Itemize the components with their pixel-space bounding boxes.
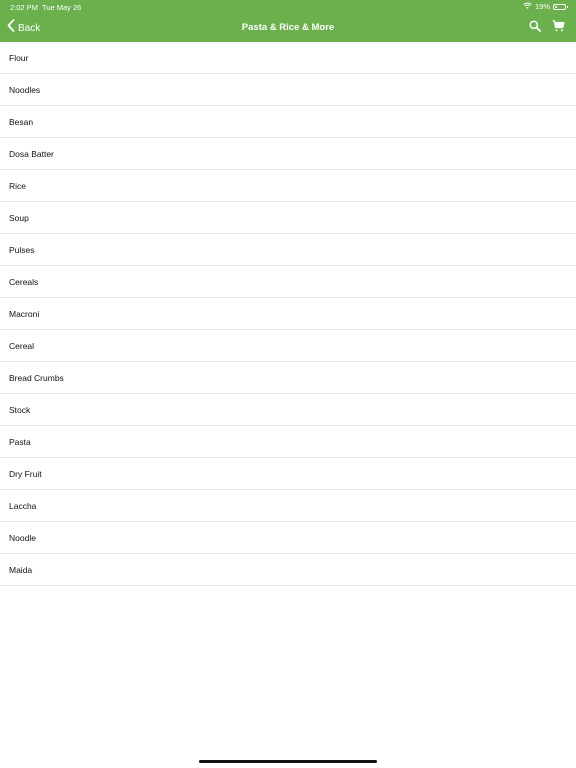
list-item[interactable]: Soup xyxy=(0,202,576,234)
list-item[interactable]: Pulses xyxy=(0,234,576,266)
home-indicator[interactable] xyxy=(199,760,377,763)
list-item-label: Pulses xyxy=(9,244,35,255)
wifi-icon xyxy=(523,2,532,11)
list-item[interactable]: Pasta xyxy=(0,426,576,458)
list-item-label: Maida xyxy=(9,564,33,575)
list-item-label: Cereal xyxy=(9,340,35,351)
list-item-label: Rice xyxy=(9,180,27,191)
list-item-label: Besan xyxy=(9,116,34,127)
list-item-label: Stock xyxy=(9,404,31,415)
list-item[interactable]: Cereal xyxy=(0,330,576,362)
list-item[interactable]: Flour xyxy=(0,42,576,74)
list-item-label: Laccha xyxy=(9,500,37,511)
list-item[interactable]: Stock xyxy=(0,394,576,426)
list-item-label: Noodles xyxy=(9,84,41,95)
status-date: Tue May 26 xyxy=(42,3,82,12)
list-item-label: Dosa Batter xyxy=(9,148,54,159)
list-item[interactable]: Dry Fruit xyxy=(0,458,576,490)
cart-icon xyxy=(552,19,565,37)
list-item-label: Noodle xyxy=(9,532,36,543)
list-item-label: Dry Fruit xyxy=(9,468,42,479)
cart-button[interactable] xyxy=(550,20,566,36)
page-title: Pasta & Rice & More xyxy=(241,22,335,33)
list-item[interactable]: Macroni xyxy=(0,298,576,330)
status-time: 2:02 PM xyxy=(10,3,38,12)
list-item[interactable]: Noodle xyxy=(0,522,576,554)
list-item-label: Macroni xyxy=(9,308,40,319)
list-item-label: Pasta xyxy=(9,436,31,447)
navigation-bar: Back Pasta & Rice & More xyxy=(0,14,576,42)
list-item[interactable]: Laccha xyxy=(0,490,576,522)
list-item[interactable]: Dosa Batter xyxy=(0,138,576,170)
list-item[interactable]: Noodles xyxy=(0,74,576,106)
list-item-label: Soup xyxy=(9,212,29,223)
search-icon xyxy=(529,19,541,37)
list-item-label: Flour xyxy=(9,52,29,63)
list-item[interactable]: Besan xyxy=(0,106,576,138)
list-item-label: Bread Crumbs xyxy=(9,372,64,383)
status-indicators: 19% xyxy=(523,2,568,11)
battery-level xyxy=(555,5,557,8)
list-item[interactable]: Maida xyxy=(0,554,576,586)
search-button[interactable] xyxy=(527,20,543,36)
category-list: Flour Noodles Besan Dosa Batter Rice Sou… xyxy=(0,42,576,586)
list-item-label: Cereals xyxy=(9,276,39,287)
list-item[interactable]: Cereals xyxy=(0,266,576,298)
app-header: 2:02 PM Tue May 26 19% Back Pasta & Rice… xyxy=(0,0,576,42)
list-item[interactable]: Rice xyxy=(0,170,576,202)
list-item[interactable]: Bread Crumbs xyxy=(0,362,576,394)
status-bar: 2:02 PM Tue May 26 19% xyxy=(0,0,576,14)
battery-percent: 19% xyxy=(534,2,550,11)
battery-icon xyxy=(553,3,568,10)
